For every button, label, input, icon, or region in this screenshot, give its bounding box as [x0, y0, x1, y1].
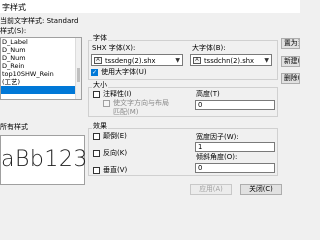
list-item[interactable]: D_Label [1, 38, 81, 46]
font-group-label: 字体 [92, 34, 108, 43]
backwards-checkbox[interactable] [93, 150, 100, 157]
shx-font-label: SHX 字体(X): [92, 44, 136, 52]
use-big-font-checkbox[interactable]: ✓ [91, 69, 98, 76]
annotative-label: 注释性(I) [103, 90, 132, 98]
upside-down-label: 颠倒(E) [103, 132, 127, 140]
list-scrollbar[interactable] [75, 38, 81, 99]
annotative-checkbox[interactable] [93, 91, 100, 98]
chevron-down-icon: ▼ [175, 57, 180, 64]
big-font-label: 大字体(B): [192, 44, 226, 52]
list-item-selected[interactable] [1, 86, 81, 94]
width-factor-label: 宽度因子(W): [196, 133, 239, 141]
effects-group-label: 效果 [92, 122, 108, 131]
font-file-icon: A [193, 57, 201, 64]
shx-font-value: tssdeng(2).shx [105, 57, 156, 65]
current-style-caption: 当前文字样式: [0, 17, 45, 25]
list-item[interactable]: D_Num [1, 54, 81, 62]
vertical-label: 垂直(V) [103, 166, 128, 174]
vertical-checkbox[interactable] [93, 167, 100, 174]
oblique-angle-label: 倾斜角度(O): [196, 153, 238, 161]
current-style-value: Standard [46, 17, 79, 25]
styles-label: 样式(S): [0, 27, 27, 35]
set-current-button[interactable]: 置为当前(C) [281, 38, 300, 49]
list-item[interactable]: D_Num [1, 46, 81, 54]
big-font-value: tssdchn(2).shx [204, 57, 255, 65]
list-item[interactable]: D_Rein [1, 62, 81, 70]
font-file-icon: A [94, 57, 102, 64]
scrollbar-thumb[interactable] [77, 68, 80, 82]
width-factor-input[interactable]: 1 [195, 142, 275, 152]
preview-text: aBb123 [1, 147, 88, 172]
oblique-angle-input[interactable]: 0 [195, 163, 275, 173]
window-title: 字样式 [2, 3, 26, 12]
filter-label: 所有样式 [0, 123, 28, 131]
close-button[interactable]: 关闭(C) [240, 184, 282, 195]
match-layout-label: 使文字方向与布局 [113, 99, 169, 107]
upside-down-checkbox[interactable] [93, 133, 100, 140]
styles-list[interactable]: D_Label D_Num D_Num D_Rein top10SHW_Rein… [0, 37, 82, 100]
chevron-down-icon: ▼ [264, 57, 269, 64]
big-font-select[interactable]: A tssdchn(2).shx ▼ [190, 54, 272, 66]
preview-box: aBb123 [0, 135, 88, 185]
match-layout-checkbox[interactable] [103, 100, 110, 107]
current-style-label: 当前文字样式: Standard [0, 17, 78, 26]
list-item[interactable]: (工艺) [1, 78, 81, 86]
height-input[interactable]: 0 [195, 100, 275, 110]
apply-button[interactable]: 应用(A) [190, 184, 232, 195]
new-button[interactable]: 新建(N)... [281, 56, 300, 67]
height-label: 高度(T) [196, 90, 220, 98]
shx-font-select[interactable]: A tssdeng(2).shx ▼ [91, 54, 183, 66]
list-item[interactable]: top10SHW_Rein [1, 70, 81, 78]
match-layout-label-2: 匹配(M) [113, 108, 139, 116]
backwards-label: 反向(K) [103, 149, 128, 157]
title-bar [0, 0, 300, 13]
use-big-font-label: 使用大字体(U) [101, 68, 147, 76]
delete-button[interactable]: 删除(D) [281, 73, 300, 84]
size-group-label: 大小 [92, 81, 108, 90]
